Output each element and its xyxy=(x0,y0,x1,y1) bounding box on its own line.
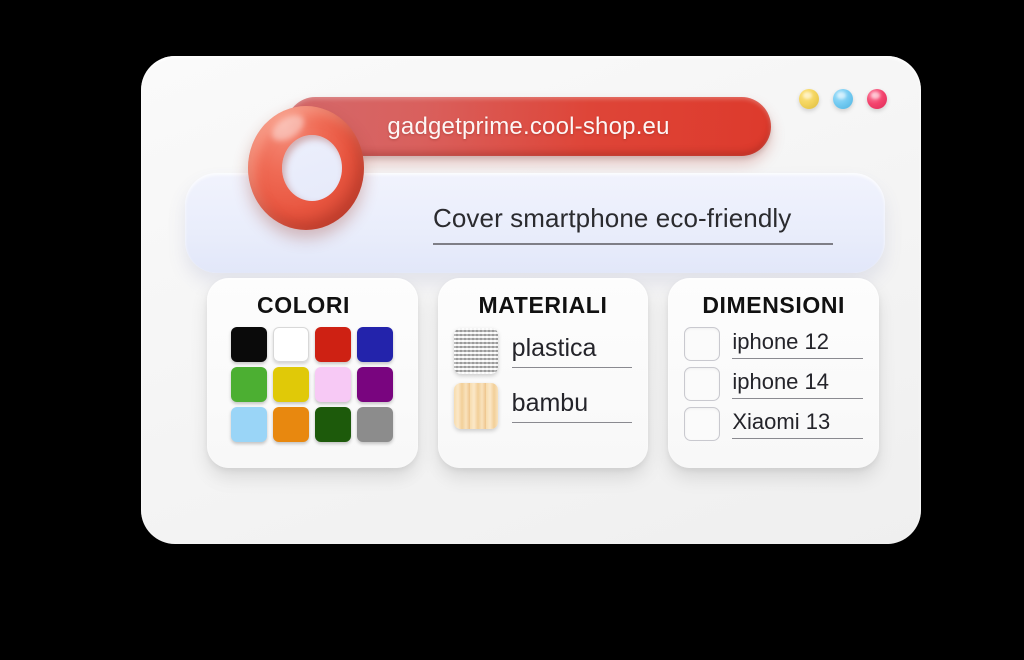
magnifier-ring xyxy=(248,106,364,230)
color-swatch-grid xyxy=(223,327,402,442)
panel-materiali-title: MATERIALI xyxy=(478,292,608,318)
dimension-label-xiaomi-13: Xiaomi 13 xyxy=(732,409,864,439)
window-dot-yellow[interactable] xyxy=(799,89,819,109)
filter-panels: COLORI MATERIALI plastica bambu DIMENSIO… xyxy=(207,278,880,468)
panel-colori: COLORI xyxy=(207,278,418,468)
color-swatch-arancione[interactable] xyxy=(273,407,310,442)
checkbox-iphone-12[interactable] xyxy=(684,327,721,361)
color-swatch-nero[interactable] xyxy=(231,327,268,362)
material-option-plastica[interactable]: plastica xyxy=(453,328,633,374)
material-label-plastica: plastica xyxy=(511,334,633,368)
color-swatch-giallo[interactable] xyxy=(273,367,310,402)
material-label-bambu: bambu xyxy=(511,389,633,423)
panel-dimensioni: DIMENSIONI iphone 12 iphone 14 Xiaomi 13 xyxy=(668,278,880,468)
window-controls xyxy=(799,89,887,109)
window-dot-blue[interactable] xyxy=(833,89,853,109)
dimension-label-iphone-12: iphone 12 xyxy=(732,329,864,359)
color-swatch-viola[interactable] xyxy=(357,367,394,402)
magnifier-lens xyxy=(282,135,342,201)
color-swatch-rosa[interactable] xyxy=(315,367,352,402)
dimension-option-xiaomi-13[interactable]: Xiaomi 13 xyxy=(684,407,864,441)
dimension-option-iphone-12[interactable]: iphone 12 xyxy=(684,327,864,361)
color-swatch-rosso[interactable] xyxy=(315,327,352,362)
window-dot-pink[interactable] xyxy=(867,89,887,109)
color-swatch-grigio[interactable] xyxy=(357,407,394,442)
dimension-label-iphone-14: iphone 14 xyxy=(732,369,864,399)
material-option-bambu[interactable]: bambu xyxy=(453,383,633,429)
color-swatch-azzurro[interactable] xyxy=(231,407,268,442)
panel-colori-title: COLORI xyxy=(257,292,351,318)
color-swatch-blu[interactable] xyxy=(357,327,394,362)
panel-materiali: MATERIALI plastica bambu xyxy=(437,278,649,468)
color-swatch-verde-scuro[interactable] xyxy=(315,407,352,442)
url-text: gadgetprime.cool-shop.eu xyxy=(387,112,670,140)
checkbox-xiaomi-13[interactable] xyxy=(684,407,721,441)
dimension-option-iphone-14[interactable]: iphone 14 xyxy=(684,367,864,401)
panel-dimensioni-title: DIMENSIONI xyxy=(702,292,846,318)
plastic-texture-swatch[interactable] xyxy=(453,328,498,374)
search-input[interactable]: Cover smartphone eco-friendly xyxy=(433,203,833,245)
color-swatch-bianco[interactable] xyxy=(273,327,310,362)
browser-window: gadgetprime.cool-shop.eu Cover smartphon… xyxy=(141,56,921,544)
bamboo-texture-swatch[interactable] xyxy=(453,383,498,429)
checkbox-iphone-14[interactable] xyxy=(684,367,721,401)
magnifier-icon xyxy=(220,106,370,266)
screenshot-stage: gadgetprime.cool-shop.eu Cover smartphon… xyxy=(0,0,1024,660)
color-swatch-verde[interactable] xyxy=(231,367,268,402)
